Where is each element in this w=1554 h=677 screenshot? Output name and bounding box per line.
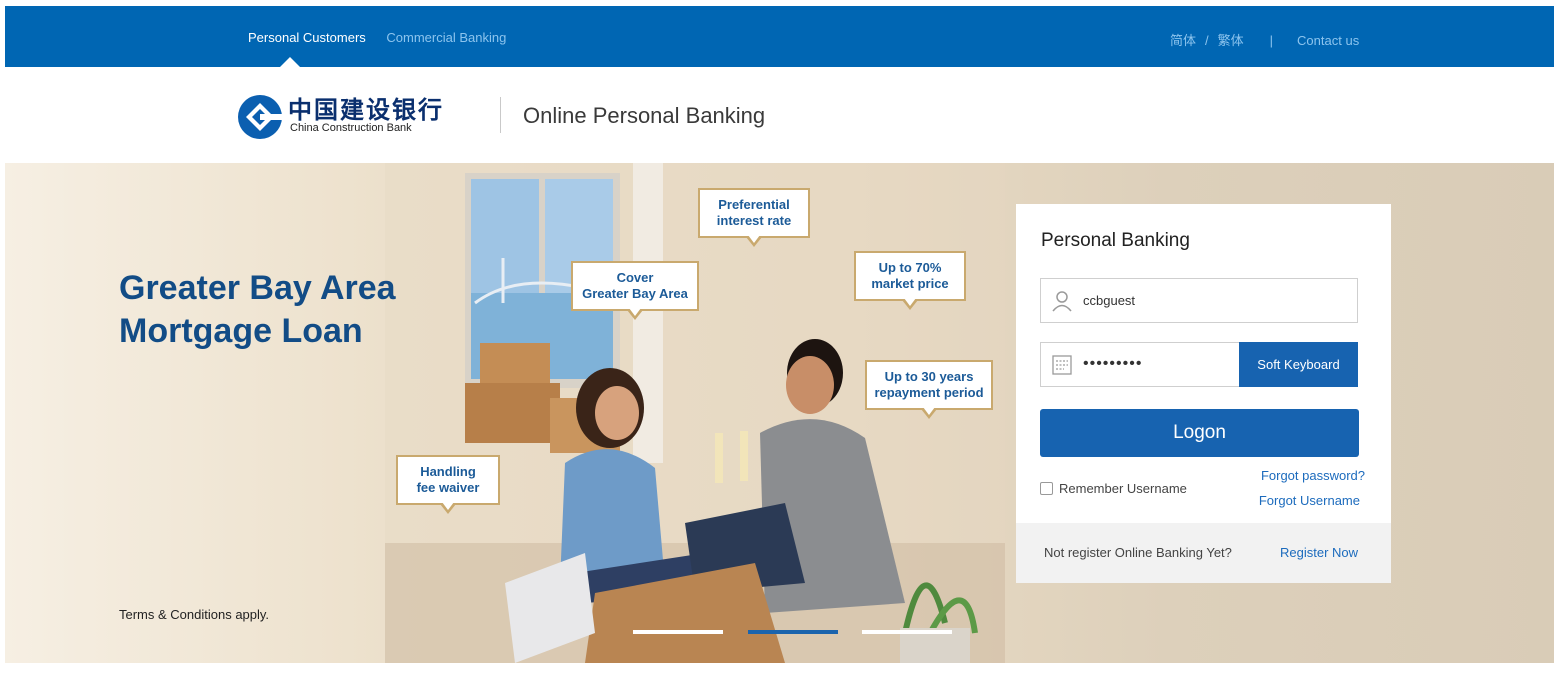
- terms-note: Terms & Conditions apply.: [119, 607, 270, 622]
- logo-chinese-name: 中国建设银行: [288, 96, 444, 124]
- utility-nav: 简体 / 繁体 | Contact us: [1170, 30, 1359, 49]
- carousel-dot-2[interactable]: [748, 630, 838, 634]
- logo-english-name: China Construction Bank: [290, 122, 412, 134]
- nav-personal-customers[interactable]: Personal Customers: [248, 30, 366, 45]
- top-nav-bar: Personal Customers Commercial Banking 简体…: [5, 6, 1554, 67]
- remember-username[interactable]: Remember Username: [1040, 481, 1187, 496]
- ccb-logo-icon[interactable]: [237, 94, 283, 140]
- bubble-tail: [746, 235, 762, 247]
- bubble-tail: [440, 502, 456, 514]
- bubble-text: market price: [871, 276, 949, 291]
- bubble-tail: [902, 298, 918, 310]
- lang-separator: /: [1205, 33, 1209, 48]
- bubble-text: Up to 70%: [878, 260, 942, 275]
- remember-label: Remember Username: [1059, 481, 1187, 496]
- nav-commercial-banking[interactable]: Commercial Banking: [386, 30, 506, 45]
- hero-illustration: [385, 163, 1005, 663]
- bubble-text: fee waiver: [416, 480, 480, 495]
- carousel-indicators: [633, 630, 963, 634]
- register-footer: Not register Online Banking Yet? Registe…: [1016, 523, 1391, 583]
- logon-button[interactable]: Logon: [1040, 409, 1359, 457]
- bubble-text: Preferential: [718, 197, 790, 212]
- bubble-cover-area: Cover Greater Bay Area: [571, 261, 699, 320]
- bubble-market-price: Up to 70% market price: [854, 251, 966, 310]
- lang-traditional-link[interactable]: 繁体: [1218, 33, 1244, 48]
- active-nav-caret: [280, 57, 300, 67]
- keypad-icon: [1052, 355, 1072, 375]
- hero-headline: Greater Bay Area Mortgage Loan: [119, 267, 396, 353]
- bubble-fee-waiver: Handling fee waiver: [396, 455, 500, 514]
- soft-keyboard-button[interactable]: Soft Keyboard: [1239, 342, 1358, 387]
- forgot-password-link[interactable]: Forgot password?: [1261, 468, 1365, 483]
- forgot-username-link[interactable]: Forgot Username: [1259, 493, 1360, 508]
- password-value[interactable]: •••••••••: [1083, 355, 1142, 373]
- contact-us-link[interactable]: Contact us: [1297, 33, 1359, 48]
- bubble-tail: [627, 308, 643, 320]
- bubble-text: interest rate: [716, 213, 792, 228]
- register-now-link[interactable]: Register Now: [1280, 545, 1358, 560]
- lang-simplified-link[interactable]: 简体: [1170, 33, 1196, 48]
- carousel-dot-3[interactable]: [862, 630, 952, 634]
- bubble-preferential-rate: Preferential interest rate: [698, 188, 810, 247]
- login-panel: Personal Banking ccbguest ••••••••• Soft…: [1016, 204, 1391, 583]
- username-value[interactable]: ccbguest: [1083, 293, 1135, 308]
- user-icon: [1052, 291, 1072, 312]
- bubble-text: Cover: [616, 270, 654, 285]
- bubble-tail: [921, 407, 937, 419]
- header-divider: [500, 97, 501, 133]
- bubble-text: Greater Bay Area: [582, 286, 688, 301]
- page-title: Online Personal Banking: [523, 103, 766, 128]
- remember-checkbox[interactable]: [1040, 482, 1053, 495]
- bubble-text: Handling: [420, 464, 476, 479]
- bubble-text: repayment period: [874, 385, 984, 400]
- hero-headline-line-1: Greater Bay Area: [119, 269, 396, 307]
- hero-headline-line-2: Mortgage Loan: [119, 312, 363, 350]
- password-field[interactable]: ••••••••• Soft Keyboard: [1040, 342, 1358, 387]
- carousel-dot-1[interactable]: [633, 630, 723, 634]
- utility-divider: |: [1269, 33, 1274, 48]
- register-prompt: Not register Online Banking Yet?: [1044, 545, 1232, 560]
- site-header: 中国建设银行 China Construction Bank Online Pe…: [5, 67, 1554, 163]
- bubble-text: Up to 30 years: [884, 369, 974, 384]
- username-field[interactable]: ccbguest: [1040, 278, 1358, 323]
- login-title: Personal Banking: [1041, 230, 1190, 251]
- customer-type-nav: Personal Customers Commercial Banking: [248, 30, 523, 45]
- bubble-repayment-period: Up to 30 years repayment period: [865, 360, 993, 419]
